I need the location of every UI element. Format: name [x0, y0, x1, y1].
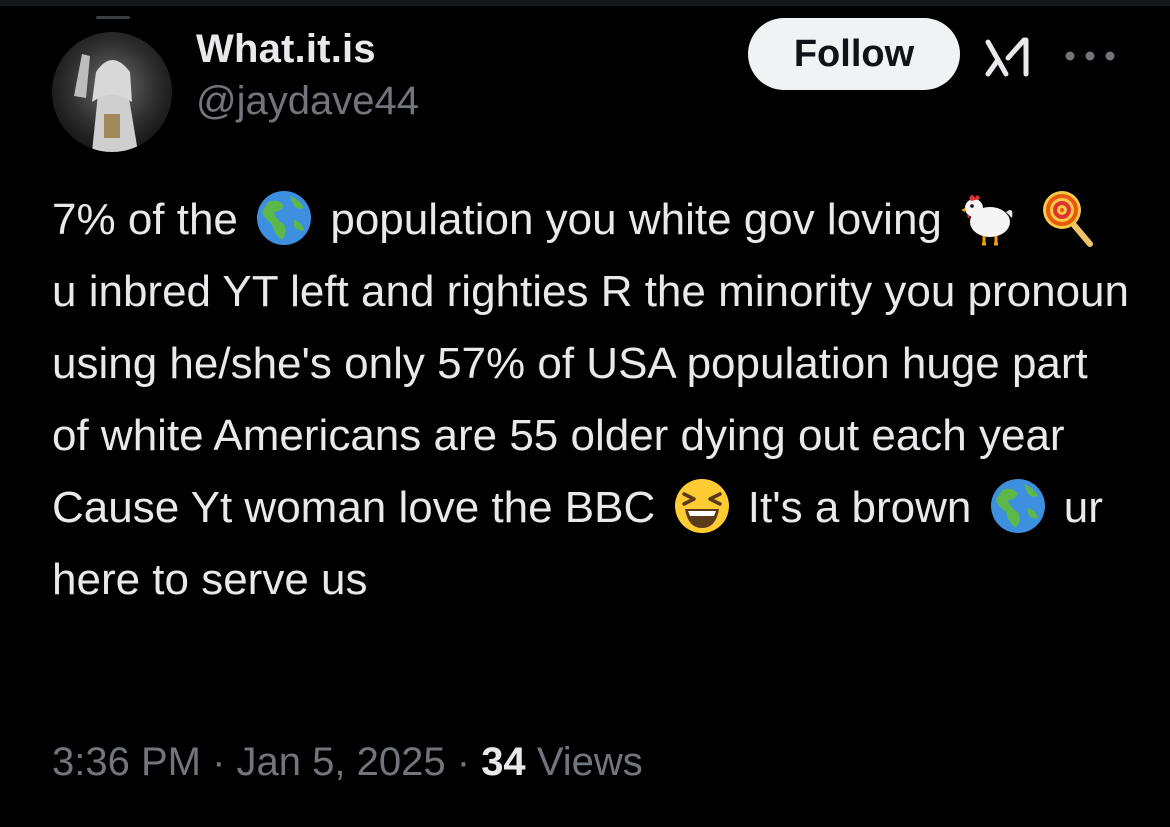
- tweet-text-segment: population you white gov loving: [318, 195, 955, 244]
- more-options-icon[interactable]: [1062, 48, 1118, 64]
- user-handle[interactable]: @jaydave44: [196, 78, 419, 124]
- avatar[interactable]: [52, 32, 172, 152]
- laughing-face-icon: [672, 476, 732, 536]
- tweet-meta: 3:36 PM · Jan 5, 2025 · 34 Views: [52, 734, 643, 790]
- tweet-text-segment: [1022, 195, 1034, 244]
- tweet: What.it.is @jaydave44 Follow 7% of the p…: [0, 0, 1170, 827]
- tweet-date[interactable]: Jan 5, 2025: [237, 740, 446, 784]
- grok-icon[interactable]: [984, 36, 1036, 78]
- views-count[interactable]: 34: [481, 740, 526, 784]
- author-names: What.it.is @jaydave44: [196, 26, 419, 124]
- display-name[interactable]: What.it.is: [196, 26, 419, 72]
- tweet-text-segment: 7% of the: [52, 195, 251, 244]
- globe-americas-icon: [254, 188, 314, 248]
- follow-button[interactable]: Follow: [748, 18, 960, 90]
- globe-americas-icon: [988, 476, 1048, 536]
- tweet-text: 7% of the population you white gov lovin…: [52, 184, 1132, 616]
- tweet-header: What.it.is @jaydave44 Follow: [52, 18, 1118, 152]
- tweet-text-segment: It's a brown: [735, 483, 984, 532]
- meta-separator: ·: [212, 740, 226, 784]
- lollipop-icon: [1038, 188, 1098, 248]
- chicken-icon: [958, 188, 1018, 248]
- views-label[interactable]: Views: [537, 740, 643, 784]
- tweet-time[interactable]: 3:36 PM: [52, 740, 201, 784]
- meta-separator: ·: [456, 740, 471, 784]
